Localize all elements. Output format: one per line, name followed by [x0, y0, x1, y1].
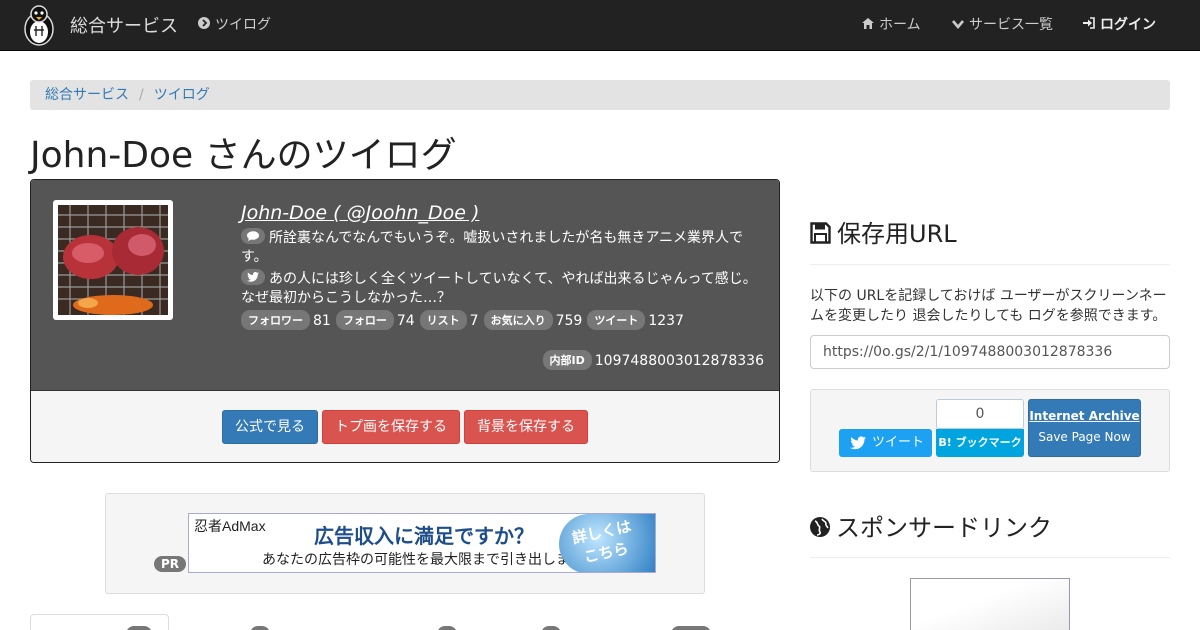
save-url-input[interactable] — [810, 335, 1170, 369]
internet-archive-subtitle: Save Page Now — [1038, 430, 1131, 444]
save-url-heading: 保存用URL — [810, 214, 957, 250]
sponsor-heading: スポンサードリンク — [810, 508, 1052, 543]
ad-container: PR 忍者AdMax 広告収入に満足ですか？ あなたの広告枠の可能性を最大限まで… — [105, 493, 705, 594]
penguin-logo-icon — [24, 5, 54, 46]
nav-tweet-log[interactable]: ツイログ — [198, 0, 271, 50]
ad-cta-text: 詳しくはこちら — [570, 517, 633, 567]
sponsor-title: スポンサードリンク — [836, 514, 1052, 542]
home-icon — [862, 0, 874, 50]
nav-login-label: ログイン — [1100, 17, 1156, 33]
nav-home[interactable]: ホーム — [862, 0, 921, 50]
following-count: 74 — [396, 313, 415, 329]
sponsor-ad-banner[interactable] — [910, 578, 1070, 630]
lists-count: 7 — [469, 313, 479, 329]
view-official-button[interactable]: 公式で見る — [222, 410, 318, 444]
profile-panel: John-Doe ( @Joohn_Doe ) 所詮裏なんでなんでもいうぞ。嘘扱… — [30, 179, 780, 463]
brand-link[interactable]: 総合サービス — [18, 2, 178, 48]
sign-in-icon — [1083, 0, 1095, 50]
brand-name: 総合サービス — [70, 16, 178, 37]
twitter-icon — [241, 269, 265, 285]
breadcrumb: 総合サービス / ツイログ — [30, 80, 1170, 110]
inner-id-value: 1097488003012878336 — [594, 353, 764, 369]
tab-badge — [126, 626, 152, 630]
profile-name-link[interactable]: John-Doe ( @Joohn_Doe ) — [241, 202, 479, 224]
avatar-image — [58, 205, 168, 315]
favorites-badge: お気に入り — [483, 310, 553, 330]
hatena-bookmark-button[interactable]: B! ブックマーク — [936, 429, 1024, 457]
profile-latest-tweet-text: あの人には珍しく全くツイートしていなくて、やれば出来るじゃんって感じ。なぜ最初か… — [241, 271, 757, 306]
save-header-image-button[interactable]: トプ画を保存する — [322, 410, 460, 444]
tweets-count: 1237 — [648, 313, 684, 329]
nav-services-label: サービス一覧 — [969, 17, 1053, 33]
avatar[interactable] — [53, 200, 173, 320]
tweet-share-label: ツイート — [872, 435, 925, 450]
save-url-title: 保存用URL — [837, 220, 957, 248]
tab-badge — [250, 626, 270, 630]
inner-id: 内部ID 1097488003012878336 — [542, 350, 764, 370]
globe-icon — [810, 515, 830, 543]
internet-archive-button[interactable]: Internet Archive Save Page Now — [1028, 399, 1141, 457]
profile-stats: フォロワー 81 フォロー 74 リスト 7 お気に入り 759 ツイート 1237 — [241, 310, 689, 330]
ad-headline: 広告収入に満足ですか？ — [314, 524, 534, 548]
inner-id-badge: 内部ID — [542, 350, 592, 370]
ad-subtext: あなたの広告枠の可能性を最大限まで引き出します — [262, 552, 584, 568]
nav-tweet-log-label: ツイログ — [215, 17, 271, 33]
favorites-count: 759 — [555, 313, 583, 329]
tweets-badge: ツイート — [587, 310, 646, 330]
chevron-circle-right-icon — [198, 0, 210, 50]
breadcrumb-separator: / — [139, 87, 144, 103]
nav-login[interactable]: ログイン — [1083, 0, 1156, 50]
save-url-description: 以下の URLを記録しておけば ユーザーがスクリーンネームを変更したり 退会した… — [810, 288, 1167, 324]
pr-badge: PR — [154, 556, 187, 572]
ad-brand: 忍者AdMax — [194, 518, 266, 534]
divider — [810, 264, 1170, 265]
profile-bio-text: 所詮裏なんでなんでもいうぞ。嘘扱いされましたが名も無きアニメ業界人です。 — [241, 230, 744, 265]
profile-header: John-Doe ( @Joohn_Doe ) 所詮裏なんでなんでもいうぞ。嘘扱… — [31, 180, 779, 390]
profile-latest-tweet: あの人には珍しく全くツイートしていなくて、やれば出来るじゃんって感じ。なぜ最初か… — [241, 269, 766, 308]
save-background-button[interactable]: 背景を保存する — [464, 410, 588, 444]
comment-icon — [241, 228, 265, 244]
followers-count: 81 — [313, 313, 331, 329]
tab-badge — [671, 626, 711, 630]
share-box: ツイート 0 B! ブックマーク Internet Archive Save P… — [810, 389, 1170, 472]
ad-banner[interactable]: 忍者AdMax 広告収入に満足ですか？ あなたの広告枠の可能性を最大限まで引き出… — [188, 513, 656, 573]
floppy-disk-icon — [810, 222, 831, 250]
tab-badge — [541, 626, 561, 630]
nav-home-label: ホーム — [879, 17, 921, 33]
nav-services-dropdown[interactable]: サービス一覧 — [952, 0, 1053, 50]
twitter-bird-icon — [850, 436, 866, 450]
tweet-share-button[interactable]: ツイート — [839, 429, 932, 457]
ad-cta: 詳しくはこちら — [559, 514, 655, 572]
page-title: John-Doe さんのツイログ — [30, 135, 457, 176]
breadcrumb-root[interactable]: 総合サービス — [45, 87, 129, 103]
breadcrumb-current[interactable]: ツイログ — [154, 87, 210, 103]
hatena-bookmark-count: 0 — [936, 399, 1024, 429]
profile-actions: 公式で見る トプ画を保存する 背景を保存する — [31, 390, 779, 462]
internet-archive-title: Internet Archive — [1029, 409, 1140, 423]
divider — [810, 557, 1170, 558]
lists-badge: リスト — [419, 310, 467, 330]
following-badge: フォロー — [335, 310, 394, 330]
tab-badge — [437, 626, 457, 630]
top-navbar: 総合サービス ツイログ ホーム サービス一覧 ログイン — [0, 0, 1200, 51]
followers-badge: フォロワー — [241, 310, 310, 330]
profile-bio: 所詮裏なんでなんでもいうぞ。嘘扱いされましたが名も無きアニメ業界人です。 — [241, 228, 766, 267]
chevron-down-icon — [952, 0, 964, 50]
